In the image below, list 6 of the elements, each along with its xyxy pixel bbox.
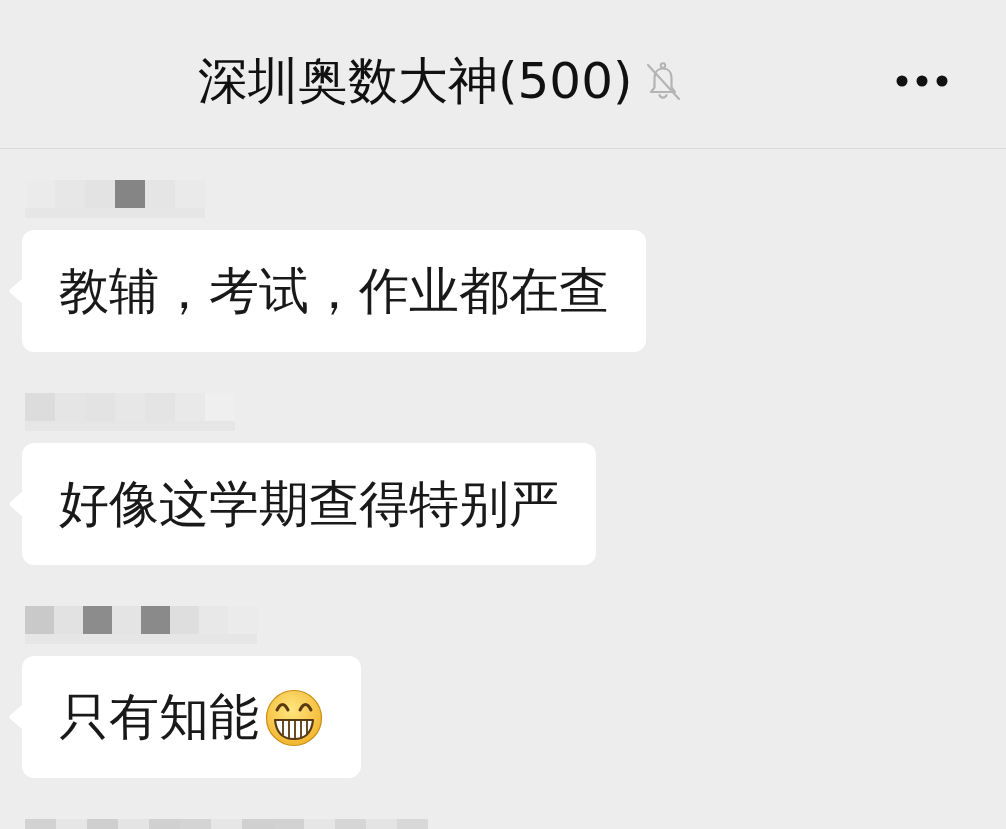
message-text: 教辅，考试，作业都在查 — [59, 266, 609, 316]
chat-title: 深圳奥数大神(500) — [198, 51, 633, 111]
message-text: 好像这学期查得特别严 — [59, 479, 559, 529]
more-icon — [896, 75, 948, 87]
grinning-face-icon — [264, 687, 324, 747]
message-text: 只有知能 — [59, 692, 259, 742]
